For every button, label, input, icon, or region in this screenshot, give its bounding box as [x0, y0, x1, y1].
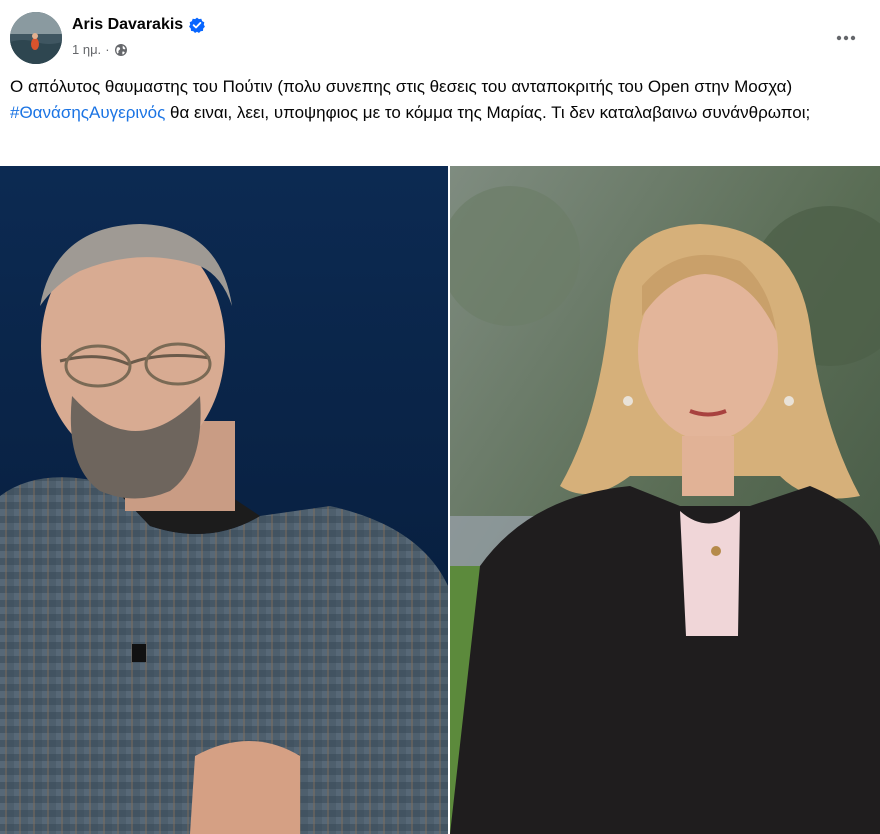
post-header: Aris Davarakis 1 ημ. · — [10, 12, 870, 66]
author-name[interactable]: Aris Davarakis — [72, 16, 183, 34]
post-timestamp[interactable]: 1 ημ. — [72, 42, 101, 57]
more-horizontal-icon — [836, 35, 856, 41]
globe-icon[interactable] — [114, 43, 128, 57]
woman-portrait-image — [440, 166, 880, 834]
photo-right[interactable] — [440, 166, 880, 834]
verified-badge-icon — [189, 17, 206, 33]
meta-separator: · — [105, 42, 110, 57]
post-text-part: Ο απόλυτος θαυμαστης του Πούτιν (πολυ συ… — [10, 77, 793, 96]
avatar-image — [10, 12, 62, 64]
photo-left[interactable] — [0, 166, 448, 834]
post-message: Ο απόλυτος θαυμαστης του Πούτιν (πολυ συ… — [10, 74, 868, 126]
post-meta: 1 ημ. · — [72, 42, 128, 57]
author-avatar[interactable] — [10, 12, 62, 64]
facebook-post: Aris Davarakis 1 ημ. · Ο απόλυτος θαυμασ… — [0, 0, 880, 834]
post-media[interactable] — [0, 166, 880, 834]
man-portrait-image — [0, 166, 448, 834]
author-row: Aris Davarakis — [72, 16, 206, 34]
more-options-button[interactable] — [830, 22, 862, 54]
hashtag-link[interactable]: #ΘανάσηςΑυγερινός — [10, 103, 165, 122]
post-text-part: θα ειναι, λεει, υποψηφιος με το κόμμα τη… — [165, 103, 811, 122]
